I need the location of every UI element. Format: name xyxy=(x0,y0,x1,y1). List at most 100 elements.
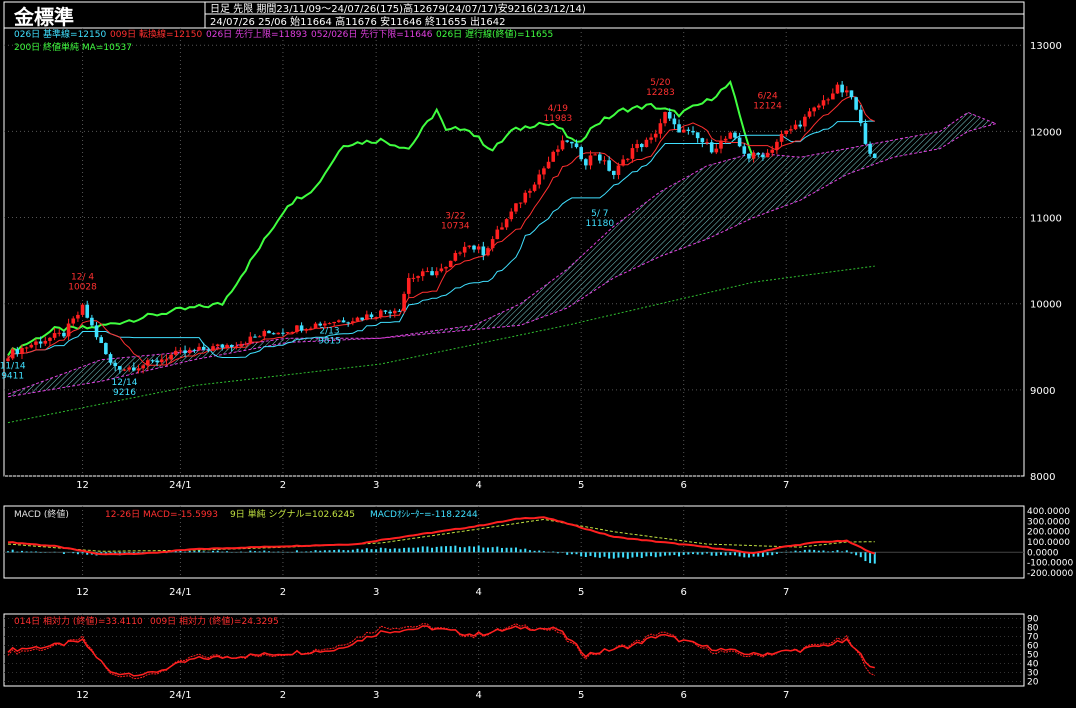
candle-body xyxy=(24,347,29,349)
candle-body xyxy=(383,310,388,312)
annotation-date: 5/20 xyxy=(650,78,670,88)
ma200-line xyxy=(7,265,875,424)
candle-body xyxy=(220,344,225,348)
candle-body xyxy=(164,359,169,361)
candle-body xyxy=(756,152,761,155)
candle-body xyxy=(751,152,756,159)
candle-body xyxy=(472,245,476,250)
x-tick-label: 2 xyxy=(280,480,286,491)
candle-body xyxy=(215,344,220,347)
x-tick-label: 3 xyxy=(373,480,379,491)
candle-body xyxy=(728,132,733,139)
candle-body xyxy=(15,349,20,354)
candle-body xyxy=(108,354,113,363)
candle-body xyxy=(863,123,868,144)
x-tick-label: 6 xyxy=(681,690,687,701)
candle-body xyxy=(169,354,173,360)
candle-body xyxy=(872,153,877,158)
candle-body xyxy=(118,366,122,370)
candle-body xyxy=(132,367,136,371)
candle-body xyxy=(621,159,625,166)
candle-body xyxy=(206,349,211,351)
candle-body xyxy=(765,152,770,158)
x-tick-label: 6 xyxy=(681,587,687,598)
x-tick-label: 5 xyxy=(578,690,584,701)
legend-macd-item: MACD (終値) xyxy=(14,508,69,520)
candle-body xyxy=(62,332,66,337)
candle-body xyxy=(271,333,276,335)
candle-body xyxy=(38,341,43,344)
candle-body xyxy=(723,138,728,141)
x-tick-label: 24/1 xyxy=(169,690,191,701)
candle-body xyxy=(574,143,579,148)
candle-body xyxy=(807,111,812,117)
candle-body xyxy=(817,105,821,108)
annotation-value: 10028 xyxy=(68,282,97,292)
candle-body xyxy=(52,333,57,338)
candle-body xyxy=(136,368,141,371)
annotation-value: 9216 xyxy=(113,388,136,398)
candle-body xyxy=(80,304,85,315)
candle-body xyxy=(840,84,844,93)
candle-body xyxy=(388,311,392,314)
candle-body xyxy=(243,343,248,345)
candle-body xyxy=(602,160,607,162)
candle-body xyxy=(658,123,663,134)
annotation-date: 6/24 xyxy=(757,92,777,102)
x-tick-label: 24/1 xyxy=(169,587,191,598)
candle-body xyxy=(476,246,481,250)
candle-body xyxy=(677,124,681,133)
candle-body xyxy=(826,99,830,101)
x-tick-label: 12 xyxy=(76,587,89,598)
y-tick-label-price: 13000 xyxy=(1030,41,1062,52)
legend-main-item: 200日 終値単純 MA=10537 xyxy=(14,41,132,53)
candle-body xyxy=(127,367,131,370)
candle-body xyxy=(565,140,569,142)
candle-body xyxy=(793,124,798,130)
x-tick-label: 7 xyxy=(783,480,789,491)
y-tick-label-price: 9000 xyxy=(1030,386,1055,397)
candle-body xyxy=(681,129,686,133)
candle-body xyxy=(248,336,253,344)
candle-body xyxy=(229,344,234,347)
candle-body xyxy=(481,246,486,256)
candle-body xyxy=(318,323,323,326)
rsi-series xyxy=(7,623,876,680)
x-tick-label: 3 xyxy=(373,587,379,598)
candle-body xyxy=(420,271,425,277)
y-tick-label-macd: 0.0000 xyxy=(1027,548,1059,558)
annotation-date: 11/14 xyxy=(0,361,26,371)
candle-body xyxy=(467,245,472,247)
candle-body xyxy=(402,293,406,312)
candle-body xyxy=(500,227,504,230)
candle-body xyxy=(453,252,458,261)
candle-body xyxy=(141,365,145,369)
cloud-fill xyxy=(8,112,996,397)
candle-body xyxy=(542,168,546,175)
candle-body xyxy=(649,137,653,140)
candle-body xyxy=(309,328,313,330)
x-tick-label: 7 xyxy=(783,587,789,598)
candle-body xyxy=(462,246,467,253)
candle-body xyxy=(197,346,201,351)
annotation-date: 2/13 xyxy=(319,327,339,337)
candle-body xyxy=(327,323,332,325)
annotation-date: 12/ 4 xyxy=(71,272,94,282)
candle-body xyxy=(159,359,164,363)
candle-body xyxy=(281,332,285,334)
candle-body xyxy=(784,130,789,134)
candle-body xyxy=(257,336,262,338)
candle-body xyxy=(192,349,197,351)
ichimoku-cloud xyxy=(7,111,997,398)
x-tick-label: 12 xyxy=(76,690,89,701)
header-ohlc: 24/07/26 25/06 始11664 高11676 安11646 終116… xyxy=(210,15,506,28)
x-tick-label: 4 xyxy=(475,587,481,598)
candle-body xyxy=(211,346,215,351)
annotation-value: 9815 xyxy=(318,337,341,347)
candle-body xyxy=(57,332,62,334)
candle-body xyxy=(99,337,103,344)
candle-body xyxy=(546,161,551,169)
candle-body xyxy=(653,133,658,138)
candle-body xyxy=(733,132,737,138)
candle-body xyxy=(29,344,34,348)
